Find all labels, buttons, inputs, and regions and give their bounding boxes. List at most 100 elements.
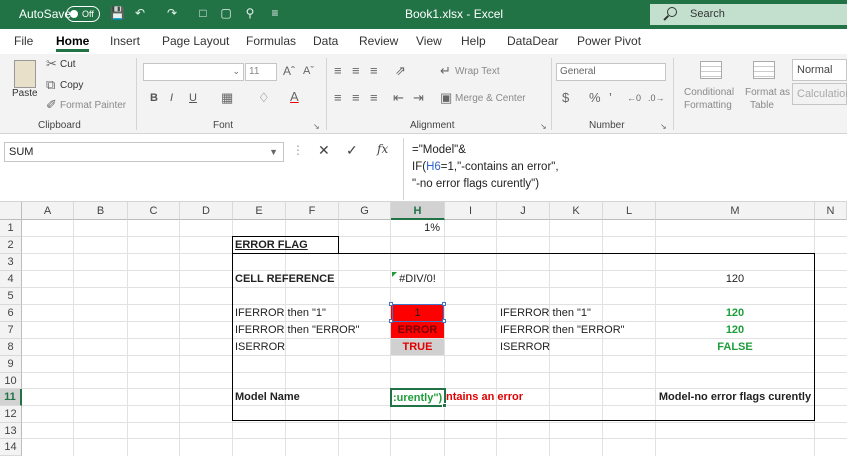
column-header[interactable]: D <box>180 202 233 220</box>
active-cell-editor[interactable]: :urently") <box>390 388 446 407</box>
number-format-select[interactable]: General <box>556 63 666 81</box>
borders-icon[interactable]: ▦ <box>221 91 233 105</box>
tab-view[interactable]: View <box>416 34 442 48</box>
align-top-icon[interactable]: ≡ <box>334 64 342 78</box>
tab-page-layout[interactable]: Page Layout <box>162 34 229 48</box>
column-header[interactable]: B <box>74 202 128 220</box>
row-header[interactable]: 7 <box>0 322 22 339</box>
cell-m11[interactable]: Model-no error flags curently <box>656 389 814 405</box>
increase-decimal-icon[interactable]: ←0 <box>627 91 641 105</box>
format-as-table-button[interactable]: Format as <box>745 87 790 98</box>
cell-e6[interactable]: IFERROR then "1" <box>235 305 326 321</box>
search-box[interactable]: Search <box>650 4 847 25</box>
fill-handle[interactable] <box>442 403 447 408</box>
row-header[interactable]: 3 <box>0 254 22 271</box>
tab-power-pivot[interactable]: Power Pivot <box>577 34 641 48</box>
fill-color-icon[interactable]: ♢ <box>258 91 270 105</box>
select-all-corner[interactable] <box>0 202 22 220</box>
font-color-icon[interactable]: A <box>290 90 299 104</box>
increase-indent-icon[interactable]: ⇥ <box>413 91 424 105</box>
cell-j7[interactable]: IFERROR then "ERROR" <box>500 322 625 338</box>
align-left-icon[interactable]: ≡ <box>334 91 342 105</box>
copy-button[interactable]: Copy <box>60 80 83 91</box>
dialog-launcher-icon[interactable]: ↘ <box>540 120 547 134</box>
column-header[interactable]: E <box>233 202 286 220</box>
chevron-down-icon[interactable]: ▼ <box>269 143 278 161</box>
wrap-text-button[interactable]: Wrap Text <box>455 66 500 77</box>
column-header[interactable]: A <box>22 202 74 220</box>
cell-h6[interactable]: 1 <box>391 305 444 321</box>
paste-button[interactable]: Paste <box>12 88 38 99</box>
row-header[interactable]: 1 <box>0 220 22 237</box>
column-header[interactable]: J <box>497 202 550 220</box>
cell-h8[interactable]: TRUE <box>391 339 444 355</box>
column-header[interactable]: I <box>445 202 497 220</box>
tab-data[interactable]: Data <box>313 34 338 48</box>
cell-j6[interactable]: IFERROR then "1" <box>500 305 591 321</box>
open-icon[interactable]: ▢ <box>219 6 233 20</box>
comma-icon[interactable]: ’ <box>609 91 612 105</box>
magnifier-icon[interactable]: ⚲ <box>243 6 257 20</box>
row-header-selected[interactable]: 11 <box>0 389 22 406</box>
shrink-font-icon[interactable]: Aˇ <box>303 64 314 78</box>
customize-qat-icon[interactable]: ≡ <box>268 6 282 20</box>
align-right-icon[interactable]: ≡ <box>370 91 378 105</box>
tab-file[interactable]: File <box>14 34 33 48</box>
row-header[interactable]: 4 <box>0 271 22 288</box>
cancel-icon[interactable]: ✕ <box>318 142 330 159</box>
undo-icon[interactable]: ↶ <box>133 6 147 20</box>
enter-icon[interactable]: ✓ <box>346 142 358 159</box>
formula-input[interactable]: ="Model"& IF(H6=1,"-contains an error", … <box>403 138 847 200</box>
row-header[interactable]: 8 <box>0 339 22 356</box>
column-header[interactable]: F <box>286 202 339 220</box>
align-center-icon[interactable]: ≡ <box>352 91 360 105</box>
worksheet-grid[interactable]: A B C D E F G H I J K L M N 1 2 3 4 5 6 … <box>0 202 847 456</box>
format-as-table-button-line2[interactable]: Table <box>750 100 774 111</box>
cell-e7[interactable]: IFERROR then "ERROR" <box>235 322 360 338</box>
dialog-launcher-icon[interactable]: ↘ <box>660 120 667 134</box>
percent-icon[interactable]: % <box>589 91 601 105</box>
row-header[interactable]: 2 <box>0 237 22 254</box>
format-painter-button[interactable]: Format Painter <box>60 100 126 111</box>
tab-insert[interactable]: Insert <box>110 34 140 48</box>
row-header[interactable]: 13 <box>0 423 22 439</box>
style-normal[interactable]: Normal <box>792 59 847 81</box>
grow-font-icon[interactable]: Aˆ <box>283 64 295 78</box>
cell-h1[interactable]: 1% <box>391 220 443 236</box>
conditional-formatting-button[interactable]: Conditional <box>684 87 734 98</box>
column-header[interactable]: L <box>603 202 656 220</box>
decrease-indent-icon[interactable]: ⇤ <box>393 91 404 105</box>
cell-e2[interactable]: ERROR FLAG <box>235 237 308 253</box>
column-header-selected[interactable]: H <box>391 202 445 220</box>
tab-help[interactable]: Help <box>461 34 486 48</box>
cell-e4[interactable]: CELL REFERENCE <box>235 271 334 287</box>
redo-icon[interactable]: ↷ <box>165 6 179 20</box>
orientation-icon[interactable]: ⇗ <box>395 64 406 78</box>
conditional-formatting-button-line2[interactable]: Formatting <box>684 100 732 111</box>
underline-button[interactable]: U <box>189 92 197 104</box>
align-middle-icon[interactable]: ≡ <box>352 64 360 78</box>
column-header[interactable]: G <box>339 202 391 220</box>
row-header[interactable]: 14 <box>0 439 22 456</box>
align-bottom-icon[interactable]: ≡ <box>370 64 378 78</box>
dialog-launcher-icon[interactable]: ↘ <box>313 120 320 134</box>
column-header[interactable]: N <box>815 202 847 220</box>
merge-center-button[interactable]: Merge & Center <box>455 93 526 104</box>
font-size-select[interactable]: 11 <box>245 63 277 81</box>
tab-datadear[interactable]: DataDear <box>507 34 558 48</box>
row-header[interactable]: 5 <box>0 288 22 305</box>
cut-button[interactable]: Cut <box>60 59 76 70</box>
save-icon[interactable]: 💾 <box>110 6 125 20</box>
column-header[interactable]: K <box>550 202 603 220</box>
bold-button[interactable]: B <box>150 92 158 104</box>
cell-j8[interactable]: ISERROR <box>500 339 550 355</box>
row-header[interactable]: 9 <box>0 356 22 373</box>
cell-m4[interactable]: 120 <box>656 271 814 287</box>
decrease-decimal-icon[interactable]: .0→ <box>648 91 665 105</box>
cell-h4[interactable]: #DIV/0! <box>391 271 444 287</box>
name-box[interactable]: SUM ▼ <box>4 142 284 162</box>
tab-review[interactable]: Review <box>359 34 398 48</box>
cell-m6[interactable]: 120 <box>656 305 814 321</box>
style-calculation[interactable]: Calculation <box>792 83 847 105</box>
paste-icon[interactable] <box>14 60 36 88</box>
